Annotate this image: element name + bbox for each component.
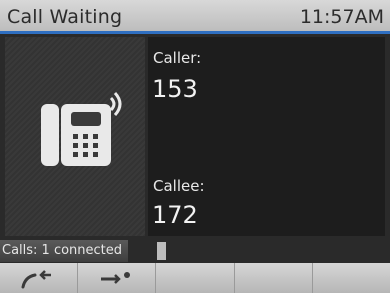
clock-time: 11:57AM — [299, 6, 384, 28]
softkey-bar — [0, 263, 390, 293]
softkey-redirect[interactable] — [78, 263, 157, 293]
softkey-call-back[interactable] — [0, 263, 79, 293]
call-info-panel: Caller: 153 Callee: 172 — [148, 37, 385, 236]
phone-image-panel — [5, 37, 145, 236]
softkey-4[interactable] — [234, 263, 313, 293]
screen-title: Call Waiting — [7, 6, 123, 28]
desk-phone-icon — [41, 91, 122, 166]
title-bar: Call Waiting 11:57AM — [0, 0, 390, 34]
callee-label: Callee: — [153, 177, 205, 195]
calls-status: Calls: 1 connected — [0, 240, 129, 262]
caller-number: 153 — [152, 75, 198, 103]
redirect-icon — [100, 272, 130, 284]
callee-number: 172 — [152, 201, 198, 229]
softkey-5[interactable] — [312, 263, 390, 293]
caller-label: Caller: — [153, 49, 202, 67]
call-waiting-screen: Call Waiting 11:57AM Caller: 153 Callee:… — [0, 0, 390, 293]
call-back-icon — [21, 270, 51, 289]
softkey-3[interactable] — [156, 263, 235, 293]
status-bar: Calls: 1 connected — [0, 240, 390, 262]
status-marker — [157, 242, 166, 260]
